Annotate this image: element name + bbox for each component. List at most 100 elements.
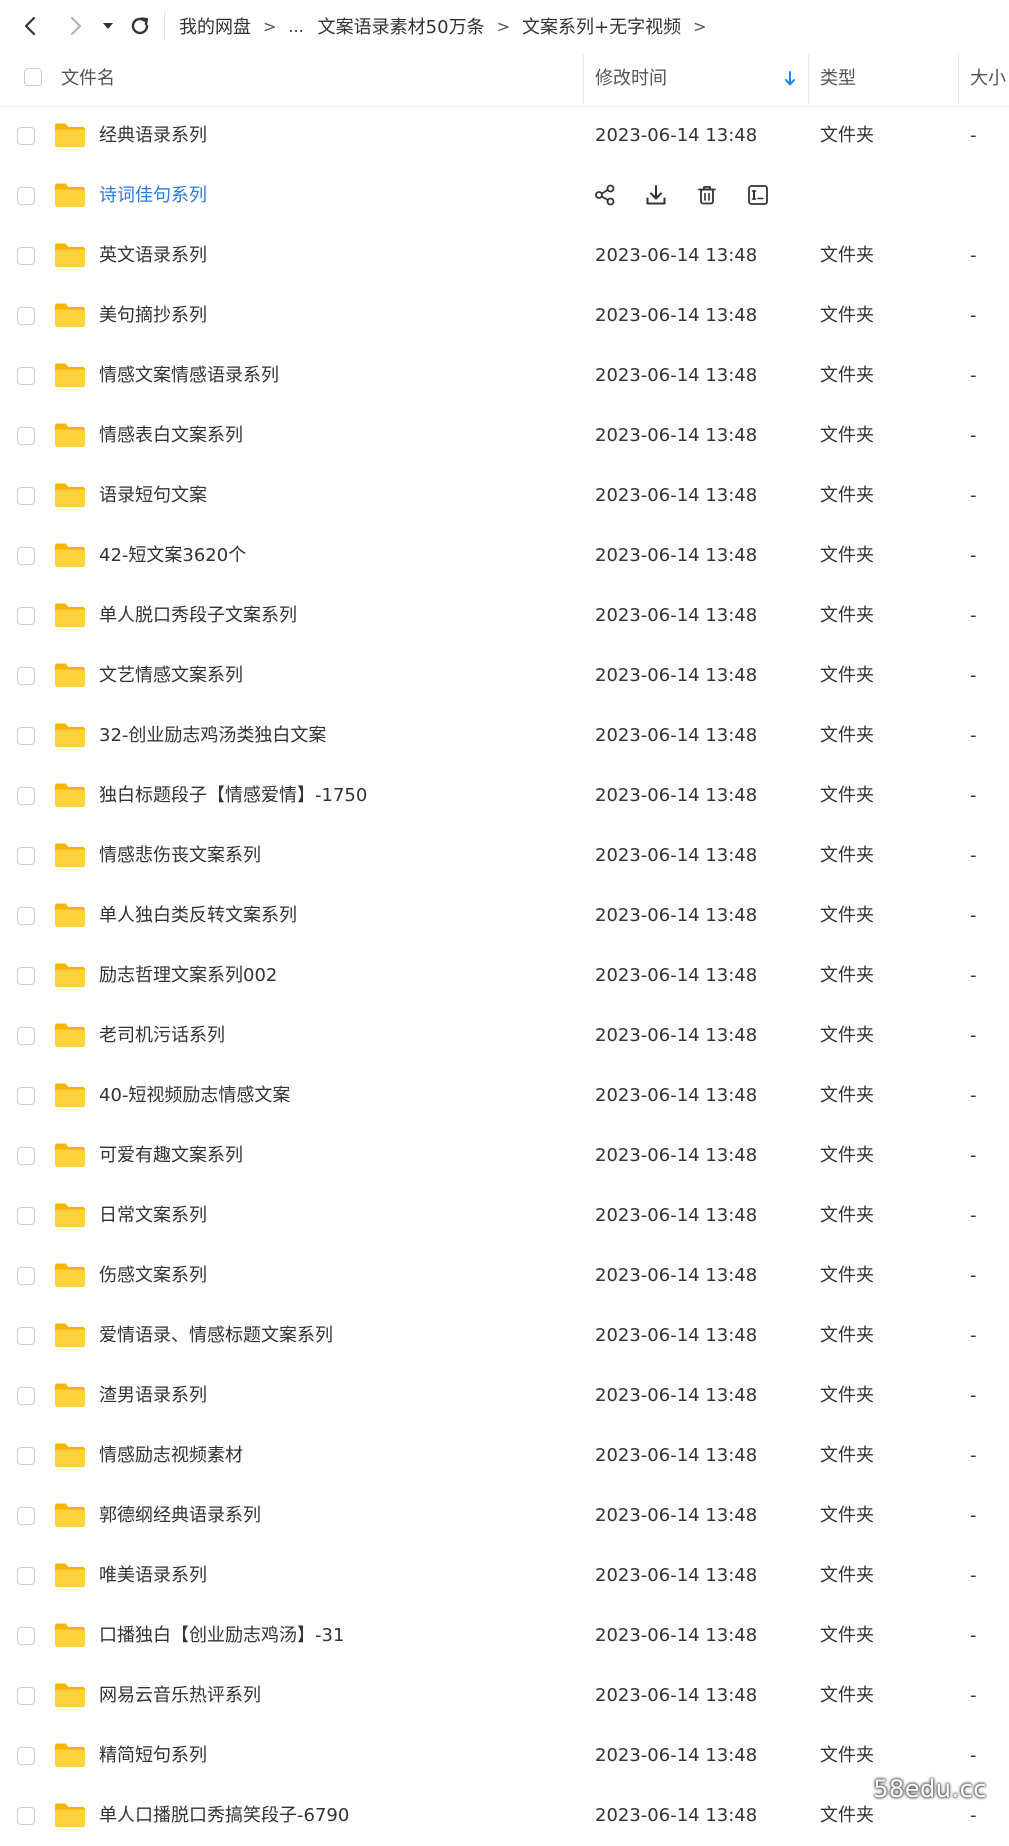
file-row[interactable]: 文艺情感文案系列 2023-06-14 13:48 文件夹 -	[0, 646, 1009, 706]
delete-button[interactable]	[694, 181, 720, 209]
file-name[interactable]: 单人口播脱口秀搞笑段子-6790	[99, 1786, 349, 1846]
row-checkbox[interactable]	[17, 727, 35, 745]
row-checkbox[interactable]	[17, 667, 35, 685]
file-name[interactable]: 语录短句文案	[99, 466, 207, 526]
row-checkbox[interactable]	[17, 427, 35, 445]
file-row[interactable]: 郭德纲经典语录系列 2023-06-14 13:48 文件夹 -	[0, 1486, 1009, 1546]
row-checkbox[interactable]	[17, 907, 35, 925]
column-header-name[interactable]: 文件名	[61, 52, 115, 106]
row-checkbox[interactable]	[17, 847, 35, 865]
breadcrumb-current[interactable]: 文案系列+无字视频	[522, 13, 681, 39]
file-row[interactable]: 情感文案情感语录系列 2023-06-14 13:48 文件夹 -	[0, 346, 1009, 406]
history-dropdown-button[interactable]	[98, 12, 118, 40]
file-row[interactable]: 可爱有趣文案系列 2023-06-14 13:48 文件夹 -	[0, 1126, 1009, 1186]
file-name[interactable]: 42-短文案3620个	[99, 526, 246, 586]
file-row[interactable]: 日常文案系列 2023-06-14 13:48 文件夹 -	[0, 1186, 1009, 1246]
file-name[interactable]: 唯美语录系列	[99, 1546, 207, 1606]
file-row[interactable]: 40-短视频励志情感文案 2023-06-14 13:48 文件夹 -	[0, 1066, 1009, 1126]
file-row[interactable]: 单人脱口秀段子文案系列 2023-06-14 13:48 文件夹 -	[0, 586, 1009, 646]
file-name[interactable]: 伤感文案系列	[99, 1246, 207, 1306]
row-checkbox[interactable]	[17, 487, 35, 505]
file-name[interactable]: 郭德纲经典语录系列	[99, 1486, 261, 1546]
row-checkbox[interactable]	[17, 1807, 35, 1825]
file-row[interactable]: 英文语录系列 2023-06-14 13:48 文件夹 -	[0, 226, 1009, 286]
file-name[interactable]: 美句摘抄系列	[99, 286, 207, 346]
file-name[interactable]: 爱情语录、情感标题文案系列	[99, 1306, 333, 1366]
file-name[interactable]: 老司机污话系列	[99, 1006, 225, 1066]
row-checkbox[interactable]	[17, 1747, 35, 1765]
file-row[interactable]: 老司机污话系列 2023-06-14 13:48 文件夹 -	[0, 1006, 1009, 1066]
file-name[interactable]: 32-创业励志鸡汤类独白文案	[99, 706, 326, 766]
row-checkbox[interactable]	[17, 1567, 35, 1585]
row-checkbox[interactable]	[17, 547, 35, 565]
row-checkbox[interactable]	[17, 1687, 35, 1705]
file-row[interactable]: 诗词佳句系列	[0, 166, 1009, 226]
row-checkbox[interactable]	[17, 367, 35, 385]
row-checkbox[interactable]	[17, 1267, 35, 1285]
file-row[interactable]: 情感励志视频素材 2023-06-14 13:48 文件夹 -	[0, 1426, 1009, 1486]
row-checkbox[interactable]	[17, 1087, 35, 1105]
file-name[interactable]: 情感表白文案系列	[99, 406, 243, 466]
file-row[interactable]: 美句摘抄系列 2023-06-14 13:48 文件夹 -	[0, 286, 1009, 346]
file-name[interactable]: 日常文案系列	[99, 1186, 207, 1246]
row-checkbox[interactable]	[17, 787, 35, 805]
select-all-checkbox[interactable]	[24, 68, 42, 86]
row-checkbox[interactable]	[17, 1507, 35, 1525]
file-name[interactable]: 40-短视频励志情感文案	[99, 1066, 290, 1126]
file-name[interactable]: 口播独白【创业励志鸡汤】-31	[99, 1606, 344, 1666]
file-row[interactable]: 32-创业励志鸡汤类独白文案 2023-06-14 13:48 文件夹 -	[0, 706, 1009, 766]
column-header-modified[interactable]: 修改时间	[595, 52, 667, 106]
file-name[interactable]: 诗词佳句系列	[99, 166, 207, 226]
arrow-down-icon[interactable]	[783, 70, 797, 88]
row-checkbox[interactable]	[17, 607, 35, 625]
file-row[interactable]: 单人口播脱口秀搞笑段子-6790 2023-06-14 13:48 文件夹 -	[0, 1786, 1009, 1846]
share-button[interactable]	[592, 181, 618, 209]
file-name[interactable]: 情感文案情感语录系列	[99, 346, 279, 406]
row-checkbox[interactable]	[17, 1207, 35, 1225]
row-checkbox[interactable]	[17, 187, 35, 205]
file-name[interactable]: 情感励志视频素材	[99, 1426, 243, 1486]
row-checkbox[interactable]	[17, 1387, 35, 1405]
file-name[interactable]: 网易云音乐热评系列	[99, 1666, 261, 1726]
back-button[interactable]	[16, 12, 44, 40]
row-checkbox[interactable]	[17, 1147, 35, 1165]
file-row[interactable]: 唯美语录系列 2023-06-14 13:48 文件夹 -	[0, 1546, 1009, 1606]
file-row[interactable]: 网易云音乐热评系列 2023-06-14 13:48 文件夹 -	[0, 1666, 1009, 1726]
file-name[interactable]: 独白标题段子【情感爱情】-1750	[99, 766, 367, 826]
breadcrumb-ellipsis[interactable]: ...	[288, 17, 303, 36]
file-name[interactable]: 精简短句系列	[99, 1726, 207, 1786]
file-row[interactable]: 渣男语录系列 2023-06-14 13:48 文件夹 -	[0, 1366, 1009, 1426]
file-row[interactable]: 经典语录系列 2023-06-14 13:48 文件夹 -	[0, 106, 1009, 166]
file-name[interactable]: 情感悲伤丧文案系列	[99, 826, 261, 886]
file-row[interactable]: 励志哲理文案系列002 2023-06-14 13:48 文件夹 -	[0, 946, 1009, 1006]
file-row[interactable]: 单人独白类反转文案系列 2023-06-14 13:48 文件夹 -	[0, 886, 1009, 946]
file-row[interactable]: 爱情语录、情感标题文案系列 2023-06-14 13:48 文件夹 -	[0, 1306, 1009, 1366]
row-checkbox[interactable]	[17, 247, 35, 265]
file-row[interactable]: 42-短文案3620个 2023-06-14 13:48 文件夹 -	[0, 526, 1009, 586]
file-row[interactable]: 语录短句文案 2023-06-14 13:48 文件夹 -	[0, 466, 1009, 526]
breadcrumb-parent[interactable]: 文案语录素材50万条	[318, 13, 485, 39]
file-name[interactable]: 单人独白类反转文案系列	[99, 886, 297, 946]
file-name[interactable]: 文艺情感文案系列	[99, 646, 243, 706]
file-name[interactable]: 单人脱口秀段子文案系列	[99, 586, 297, 646]
column-header-type[interactable]: 类型	[820, 52, 856, 106]
row-checkbox[interactable]	[17, 1627, 35, 1645]
file-name[interactable]: 英文语录系列	[99, 226, 207, 286]
row-checkbox[interactable]	[17, 967, 35, 985]
file-name[interactable]: 励志哲理文案系列002	[99, 946, 277, 1006]
file-name[interactable]: 可爱有趣文案系列	[99, 1126, 243, 1186]
file-row[interactable]: 口播独白【创业励志鸡汤】-31 2023-06-14 13:48 文件夹 -	[0, 1606, 1009, 1666]
file-row[interactable]: 情感悲伤丧文案系列 2023-06-14 13:48 文件夹 -	[0, 826, 1009, 886]
file-row[interactable]: 精简短句系列 2023-06-14 13:48 文件夹 -	[0, 1726, 1009, 1786]
row-checkbox[interactable]	[17, 127, 35, 145]
file-row[interactable]: 独白标题段子【情感爱情】-1750 2023-06-14 13:48 文件夹 -	[0, 766, 1009, 826]
row-checkbox[interactable]	[17, 1327, 35, 1345]
row-checkbox[interactable]	[17, 307, 35, 325]
download-button[interactable]	[643, 181, 669, 209]
column-header-size[interactable]: 大小	[970, 52, 1006, 106]
file-row[interactable]: 情感表白文案系列 2023-06-14 13:48 文件夹 -	[0, 406, 1009, 466]
row-checkbox[interactable]	[17, 1447, 35, 1465]
breadcrumb-root[interactable]: 我的网盘	[179, 13, 251, 39]
file-row[interactable]: 伤感文案系列 2023-06-14 13:48 文件夹 -	[0, 1246, 1009, 1306]
refresh-button[interactable]	[126, 12, 154, 40]
